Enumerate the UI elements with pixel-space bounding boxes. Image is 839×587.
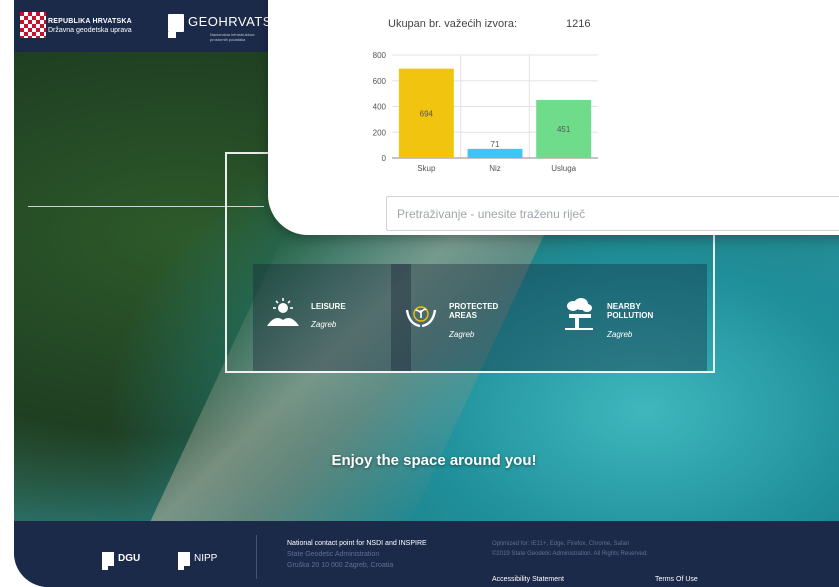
contact-info: National contact point for NSDI and INSP…	[287, 538, 427, 571]
statistics-popup: Ukupan br. važećih izvora: 1216 0 200 400 6…	[268, 0, 839, 235]
tile-leisure[interactable]: LEISURE Zagreb	[253, 264, 411, 371]
contact-title: National contact point for NSDI and INSP…	[287, 540, 427, 547]
chart-x-tick-label: Niz	[489, 164, 501, 173]
chart-y-tick-label: 600	[373, 77, 387, 86]
search-input[interactable]	[395, 197, 839, 230]
terms-of-use-link[interactable]: Terms Of Use	[655, 576, 698, 583]
hands-plant-icon	[405, 306, 437, 328]
dgu-logo-label[interactable]: DGU	[118, 553, 140, 564]
sun-landscape-icon	[267, 298, 299, 326]
chart-y-tick-label: 800	[373, 51, 387, 60]
accessibility-statement-link[interactable]: Accessibility Statement	[492, 576, 564, 583]
org-name-line1: REPUBLIKA HRVATSKA	[48, 18, 132, 25]
resource-type-bar-chart: 0 200 400 600 800 694 Skup 71 Niz 451 Usluga	[373, 51, 598, 173]
chart-y-tick-label: 0	[382, 154, 387, 163]
brand-name[interactable]: GEOHRVATS	[188, 14, 272, 29]
chart-data-label: 694	[420, 109, 434, 118]
chart-data-label: 71	[491, 140, 500, 149]
geohrvatska-logo-icon[interactable]	[168, 14, 184, 38]
copyright-note: ©2019 State Geodetic Administration. All…	[492, 551, 648, 557]
chart-bar-niz	[467, 148, 523, 158]
hero-tagline: Enjoy the space around you!	[331, 452, 537, 469]
brand-subtitle: Nacionalna infrastruktura prostornih pod…	[210, 32, 255, 42]
site-notes: Optimized for: IE11+, Edge, Firefox, Chr…	[492, 539, 722, 559]
tile-nearby-pollution[interactable]: NEARBY POLLUTION Zagreb	[549, 264, 707, 371]
chart-x-tick-label: Usluga	[551, 164, 576, 173]
tile-title: PROTECTED AREAS	[449, 302, 499, 320]
source-count-value: 1216	[566, 18, 591, 30]
nipp-logo-icon[interactable]	[178, 552, 190, 570]
dgu-logo-icon[interactable]	[102, 552, 114, 570]
contact-org: State Geodetic Administration	[287, 551, 380, 558]
footer-divider	[256, 535, 257, 579]
site-viewport: REPUBLIKA HRVATSKA Državna geodetska upr…	[14, 0, 839, 587]
org-name-line2: Državna geodetska uprava	[48, 27, 132, 34]
croatia-coat-of-arms-icon[interactable]	[20, 12, 46, 38]
tile-subtitle: Zagreb	[449, 330, 475, 339]
chart-y-tick-label: 200	[373, 128, 387, 137]
factory-cloud-icon	[565, 298, 593, 330]
chart-y-tick-label: 400	[373, 103, 387, 112]
tile-subtitle: Zagreb	[607, 330, 633, 339]
tile-title: LEISURE	[311, 302, 346, 311]
nipp-logo-label[interactable]: NIPP	[194, 553, 217, 564]
search-box[interactable]	[386, 196, 839, 231]
contact-address: Gruška 20 10 000 Zagreb, Croatia	[287, 562, 394, 569]
source-count-label: Ukupan br. važećih izvora:	[388, 18, 518, 30]
tile-title: NEARBY POLLUTION	[607, 302, 654, 320]
screen: REPUBLIKA HRVATSKA Državna geodetska upr…	[0, 0, 839, 587]
browser-support-note: Optimized for: IE11+, Edge, Firefox, Chr…	[492, 541, 630, 547]
site-footer: DGU NIPP National contact point for NSDI…	[14, 521, 839, 587]
org-name[interactable]: REPUBLIKA HRVATSKA Državna geodetska upr…	[48, 17, 132, 35]
chart-x-tick-label: Skup	[417, 164, 436, 173]
source-count-row: Ukupan br. važećih izvora: 1216	[388, 18, 590, 30]
tile-subtitle: Zagreb	[311, 320, 337, 329]
chart-data-label: 451	[557, 125, 571, 134]
tile-protected-areas[interactable]: PROTECTED AREAS Zagreb	[391, 264, 549, 371]
